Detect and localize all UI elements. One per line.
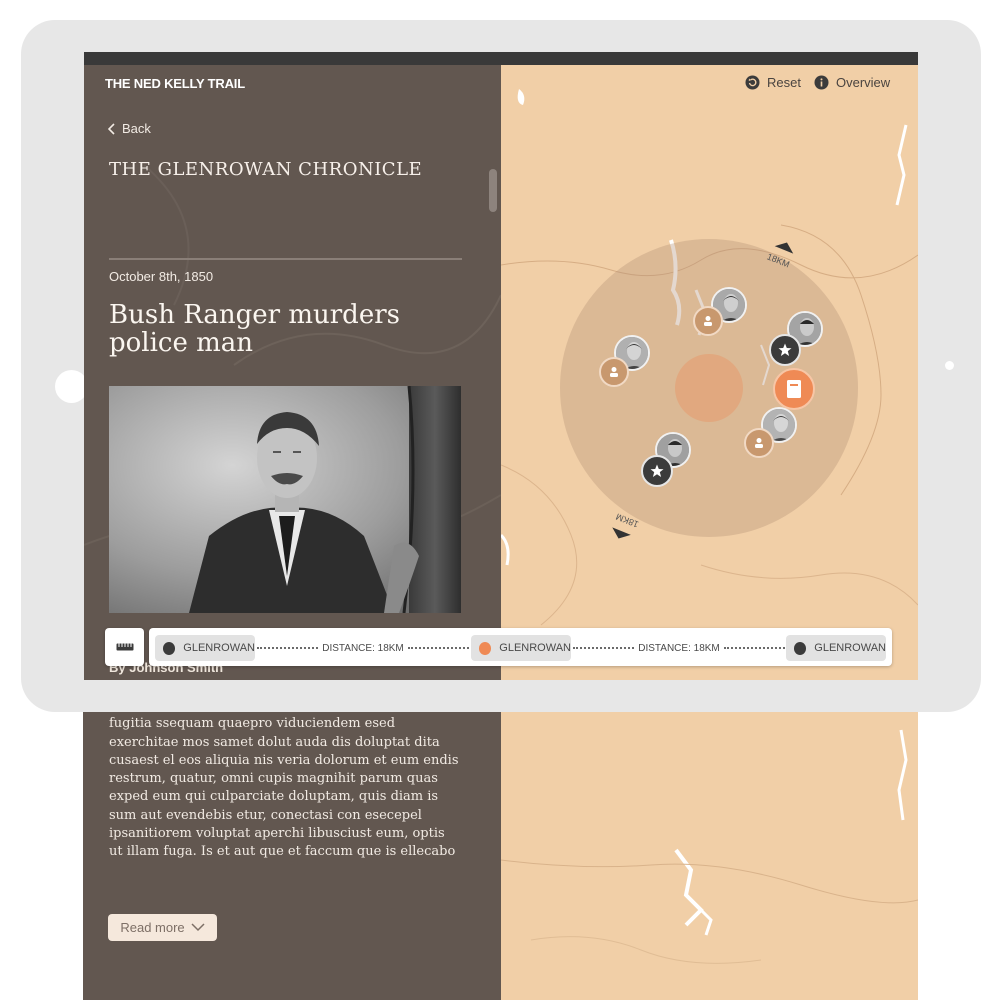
- read-more-label: Read more: [120, 920, 185, 935]
- chevron-down-icon: [191, 923, 205, 932]
- stop-dot: [479, 641, 492, 655]
- route-stop[interactable]: GLENROWAN: [471, 635, 571, 661]
- star-icon: [650, 464, 664, 477]
- route-stop[interactable]: GLENROWAN: [155, 635, 255, 661]
- tablet-camera: [945, 361, 954, 370]
- scrollbar-thumb[interactable]: [489, 169, 497, 212]
- center-glow: [675, 354, 743, 422]
- app-title: THE NED KELLY TRAIL: [105, 76, 245, 91]
- route-bar: GLENROWAN DISTANCE: 18KM GLENROWAN DISTA…: [149, 628, 892, 666]
- article-panel: THE NED KELLY TRAIL Back THE GLENROWAN C…: [84, 65, 501, 680]
- map-panel[interactable]: 18KM 18KM Reset Overview: [501, 65, 918, 680]
- star-marker[interactable]: [641, 455, 673, 487]
- person-marker[interactable]: [744, 428, 774, 458]
- reset-label: Reset: [767, 75, 801, 90]
- route-stop[interactable]: GLENROWAN: [786, 635, 886, 661]
- stop-label: GLENROWAN: [183, 642, 255, 654]
- publication-title: THE GLENROWAN CHRONICLE: [109, 159, 423, 180]
- chevron-left-icon: [108, 122, 115, 135]
- stop-dot: [163, 641, 176, 655]
- app-screen: THE NED KELLY TRAIL Back THE GLENROWAN C…: [84, 52, 918, 680]
- star-icon: [778, 343, 792, 356]
- map-canvas[interactable]: [501, 65, 918, 680]
- person-icon: [610, 367, 618, 377]
- ruler-icon: [116, 643, 133, 651]
- article-photo: [109, 386, 461, 613]
- map-panel-continued: [501, 680, 918, 1000]
- person-icon: [704, 316, 712, 326]
- route-toggle-button[interactable]: [105, 628, 144, 666]
- person-marker[interactable]: [599, 357, 629, 387]
- route-leg: DISTANCE: 18KM: [257, 635, 469, 661]
- terrain-texture: [501, 690, 918, 964]
- article-headline: Bush Ranger murders police man: [109, 300, 400, 358]
- reset-icon: [745, 75, 760, 90]
- person-icon: [755, 438, 763, 448]
- book-marker[interactable]: [773, 368, 815, 410]
- article-date: October 8th, 1850: [109, 269, 214, 284]
- read-more-button[interactable]: Read more: [108, 914, 217, 941]
- reset-button[interactable]: Reset: [745, 75, 801, 90]
- stop-label: GLENROWAN: [499, 642, 571, 654]
- star-marker[interactable]: [769, 334, 801, 366]
- overview-button[interactable]: Overview: [814, 75, 890, 90]
- person-marker[interactable]: [693, 306, 723, 336]
- status-strip: [84, 52, 918, 65]
- info-icon: [814, 75, 829, 90]
- overview-label: Overview: [836, 75, 891, 90]
- leg-distance: DISTANCE: 18KM: [322, 642, 404, 654]
- book-icon: [787, 380, 801, 398]
- back-button[interactable]: Back: [108, 121, 151, 136]
- article-body: Sed molorumquatur, Aceratum quis ulmil q…: [109, 698, 459, 860]
- divider: [109, 258, 462, 260]
- stop-dot: [794, 641, 807, 655]
- route-leg: DISTANCE: 18KM: [573, 635, 785, 661]
- stop-label: GLENROWAN: [814, 642, 886, 654]
- portrait-photo: [109, 386, 461, 613]
- leg-distance: DISTANCE: 18KM: [638, 642, 720, 654]
- back-label: Back: [122, 121, 151, 136]
